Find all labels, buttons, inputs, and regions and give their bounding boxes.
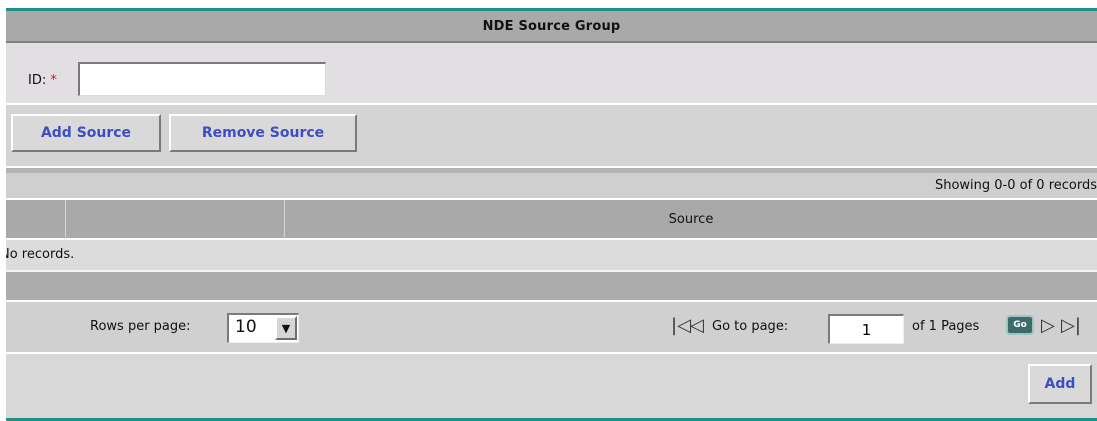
column-header-blank (66, 200, 285, 238)
goto-page-label: Go to page: (712, 319, 789, 334)
column-header-select (6, 200, 66, 238)
previous-page-icon[interactable]: ◁ (690, 316, 704, 336)
table-footer-band (6, 272, 1097, 302)
id-label: ID: * (28, 73, 57, 88)
source-toolbar: Add Source Remove Source (6, 105, 1097, 168)
remove-source-button[interactable]: Remove Source (169, 114, 357, 152)
id-row: ID: * (6, 43, 1097, 105)
action-bar: Add (6, 354, 1097, 421)
add-button[interactable]: Add (1028, 364, 1092, 404)
go-button[interactable]: Go (1006, 315, 1034, 335)
panel-title: NDE Source Group (6, 11, 1097, 43)
empty-table-row: No records. (6, 240, 1097, 272)
records-summary-row: Showing 0-0 of 0 records (6, 168, 1097, 199)
pagination-bar: Rows per page: 10 ▼ |◁ ◁ Go to page: of … (6, 302, 1097, 354)
next-page-icon[interactable]: ▷ (1041, 316, 1055, 336)
table-header: Source (6, 200, 1097, 240)
total-pages-text: of 1 Pages (912, 319, 980, 334)
chevron-down-icon[interactable]: ▼ (275, 316, 297, 340)
empty-table-message: No records. (6, 247, 75, 262)
add-source-button[interactable]: Add Source (11, 114, 161, 152)
rows-per-page-select[interactable]: 10 ▼ (227, 313, 299, 343)
rows-per-page-value: 10 (235, 317, 257, 337)
rows-per-page-label: Rows per page: (90, 319, 191, 334)
required-marker: * (50, 73, 57, 88)
first-page-icon[interactable]: |◁ (671, 316, 691, 336)
panel-title-text: NDE Source Group (482, 18, 621, 34)
page-number-input[interactable] (828, 314, 904, 344)
id-input[interactable] (78, 62, 326, 96)
nde-source-group-panel: NDE Source Group ID: * Add Source Remove… (6, 0, 1097, 421)
records-summary: Showing 0-0 of 0 records (934, 178, 1097, 193)
last-page-icon[interactable]: ▷| (1061, 316, 1081, 336)
column-header-source[interactable]: Source (285, 200, 1097, 238)
